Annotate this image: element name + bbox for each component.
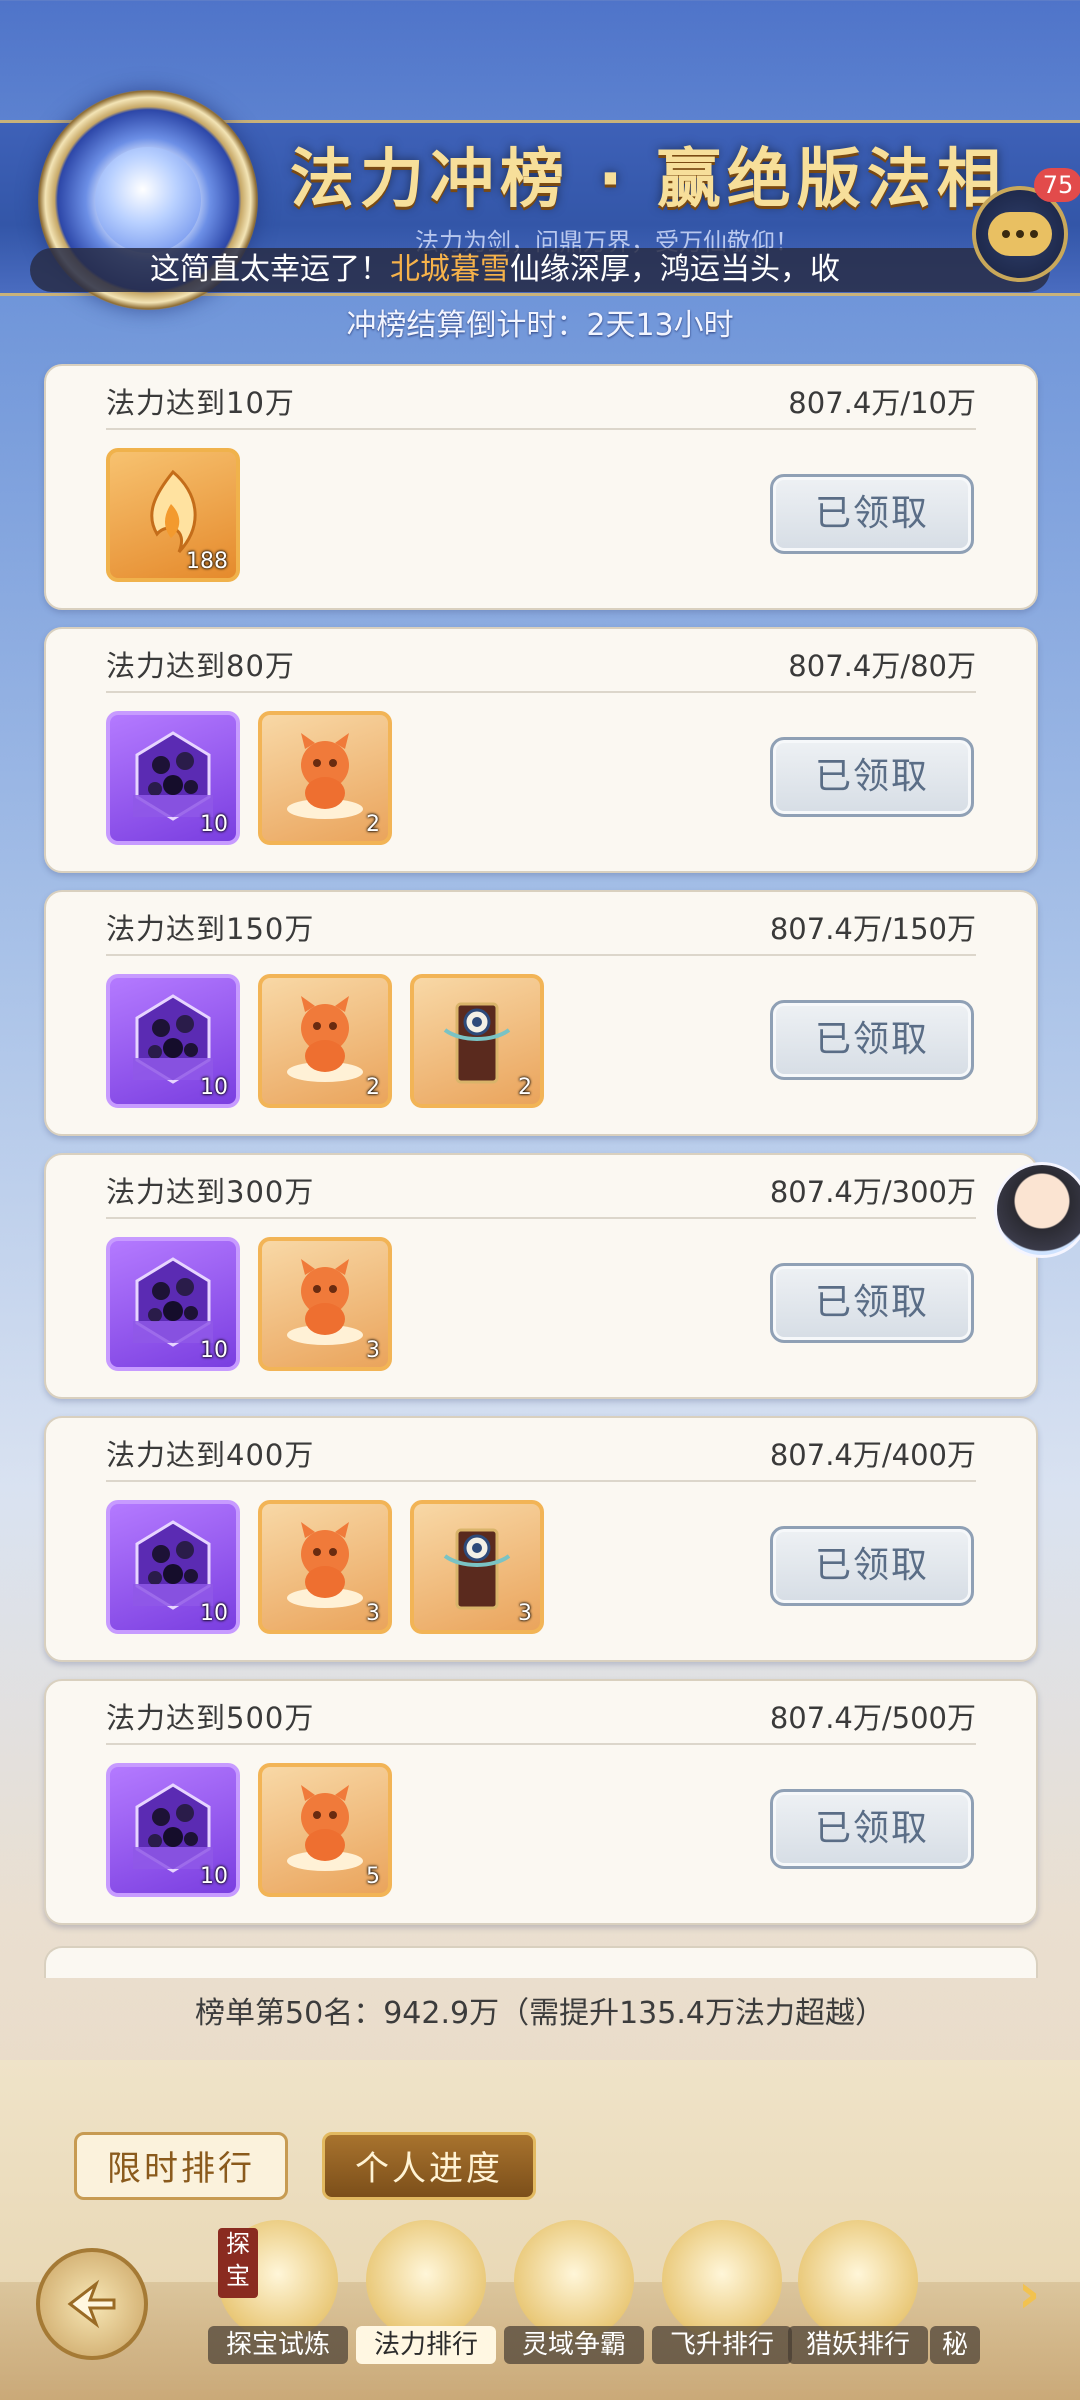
divider (106, 428, 976, 430)
reward-item[interactable]: 3 (258, 1500, 392, 1634)
reward-count: 2 (366, 812, 380, 837)
tier-title: 法力达到80万 (106, 649, 295, 683)
claimed-button[interactable]: 已领取 (770, 1000, 974, 1080)
tier-card: 法力达到300万 807.4万/300万 10 3 已领取 (44, 1153, 1038, 1399)
next-tier-card-partial (44, 1946, 1038, 1978)
claimed-button[interactable]: 已领取 (770, 1526, 974, 1606)
nav-label: 秘 (930, 2326, 980, 2364)
divider (106, 1217, 976, 1219)
tier-progress: 807.4万/300万 (769, 1175, 976, 1209)
tab-personal-progress[interactable]: 个人进度 (322, 2132, 536, 2200)
tier-title: 法力达到300万 (106, 1175, 315, 1209)
chat-bubble-icon (988, 212, 1052, 256)
tier-card: 法力达到400万 807.4万/400万 10 3 3 已领取 (44, 1416, 1038, 1662)
nav-demon-hunt-ranking[interactable]: 猎妖排行 (788, 2220, 928, 2370)
tab-limited-ranking[interactable]: 限时排行 (74, 2132, 288, 2200)
tier-title: 法力达到500万 (106, 1701, 315, 1735)
reward-count: 10 (200, 1075, 228, 1100)
reward-count: 2 (366, 1075, 380, 1100)
reward-count: 10 (200, 1601, 228, 1626)
divider (106, 1480, 976, 1482)
tier-title: 法力达到150万 (106, 912, 315, 946)
event-title: 法力冲榜 · 赢绝版法相 (290, 143, 1007, 217)
settlement-countdown: 冲榜结算倒计时：2天13小时 (346, 308, 734, 343)
nav-label: 探宝试炼 (208, 2326, 348, 2364)
reward-item[interactable]: 2 (410, 974, 544, 1108)
tower-icon (798, 2220, 918, 2340)
reward-count: 10 (200, 1338, 228, 1363)
nav-realm-battle[interactable]: 灵域争霸 (504, 2220, 644, 2370)
tier-progress: 807.4万/500万 (769, 1701, 976, 1735)
pavilion-icon (662, 2220, 782, 2340)
assistant-avatar[interactable] (994, 1162, 1080, 1258)
claimed-button[interactable]: 已领取 (770, 474, 974, 554)
tier-progress: 807.4万/400万 (769, 1438, 976, 1472)
reward-count: 2 (518, 1075, 532, 1100)
tier-progress: 807.4万/10万 (788, 386, 976, 420)
nav-label: 飞升排行 (652, 2326, 792, 2364)
ship-icon (514, 2220, 634, 2340)
reward-item[interactable]: 10 (106, 974, 240, 1108)
nav-label: 猎妖排行 (788, 2326, 928, 2364)
treasure-tag: 探宝 (218, 2228, 258, 2298)
reward-item[interactable]: 3 (410, 1500, 544, 1634)
reward-count: 10 (200, 1864, 228, 1889)
reward-item[interactable]: 10 (106, 1500, 240, 1634)
reward-count: 3 (518, 1601, 532, 1626)
reward-item[interactable]: 10 (106, 711, 240, 845)
scroll-right-arrow-icon[interactable]: › (1018, 2262, 1040, 2325)
tier-card: 法力达到150万 807.4万/150万 10 2 2 已领取 (44, 890, 1038, 1136)
event-orb-core (95, 147, 201, 253)
tier-progress: 807.4万/150万 (769, 912, 976, 946)
claimed-button[interactable]: 已领取 (770, 1789, 974, 1869)
reward-count: 3 (366, 1338, 380, 1363)
tier-title: 法力达到10万 (106, 386, 295, 420)
reward-count: 3 (366, 1601, 380, 1626)
back-arrow-icon (67, 2279, 116, 2329)
reward-item[interactable]: 10 (106, 1763, 240, 1897)
nav-secret[interactable]: 秘 (930, 2220, 980, 2370)
tier-card: 法力达到500万 807.4万/500万 10 5 已领取 (44, 1679, 1038, 1925)
nav-treasure-trial[interactable]: 探宝 探宝试炼 (208, 2220, 348, 2370)
reward-item[interactable]: 3 (258, 1237, 392, 1371)
reward-item[interactable]: 188 (106, 448, 240, 582)
reward-item[interactable]: 2 (258, 711, 392, 845)
reward-count: 10 (200, 812, 228, 837)
nav-mana-ranking[interactable]: 法力排行 (356, 2220, 496, 2370)
announcement-marquee: 这简直太幸运了！北城暮雪仙缘深厚，鸿运当头，收 (30, 248, 1050, 292)
chat-unread-badge: 75 (1034, 168, 1080, 202)
tier-title: 法力达到400万 (106, 1438, 315, 1472)
gate-icon (366, 2220, 486, 2340)
reward-item[interactable]: 10 (106, 1237, 240, 1371)
reward-item[interactable]: 5 (258, 1763, 392, 1897)
nav-ascension-ranking[interactable]: 飞升排行 (652, 2220, 792, 2370)
rank-info-text: 榜单第50名：942.9万（需提升135.4万法力超越） (195, 1996, 885, 2031)
marquee-suffix: 仙缘深厚，鸿运当头，收 (510, 252, 840, 287)
tier-card: 法力达到10万 807.4万/10万 188 已领取 (44, 364, 1038, 610)
marquee-player-name: 北城暮雪 (390, 252, 510, 287)
reward-item[interactable]: 2 (258, 974, 392, 1108)
divider (106, 691, 976, 693)
reward-count: 188 (186, 549, 228, 574)
marquee-prefix: 这简直太幸运了！ (150, 252, 390, 287)
reward-count: 5 (366, 1864, 380, 1889)
nav-label: 法力排行 (356, 2326, 496, 2364)
divider (106, 1743, 976, 1745)
divider (106, 954, 976, 956)
nav-label: 灵域争霸 (504, 2326, 644, 2364)
tier-progress: 807.4万/80万 (788, 649, 976, 683)
claimed-button[interactable]: 已领取 (770, 737, 974, 817)
back-button[interactable] (36, 2248, 148, 2360)
tier-card: 法力达到80万 807.4万/80万 10 2 已领取 (44, 627, 1038, 873)
claimed-button[interactable]: 已领取 (770, 1263, 974, 1343)
